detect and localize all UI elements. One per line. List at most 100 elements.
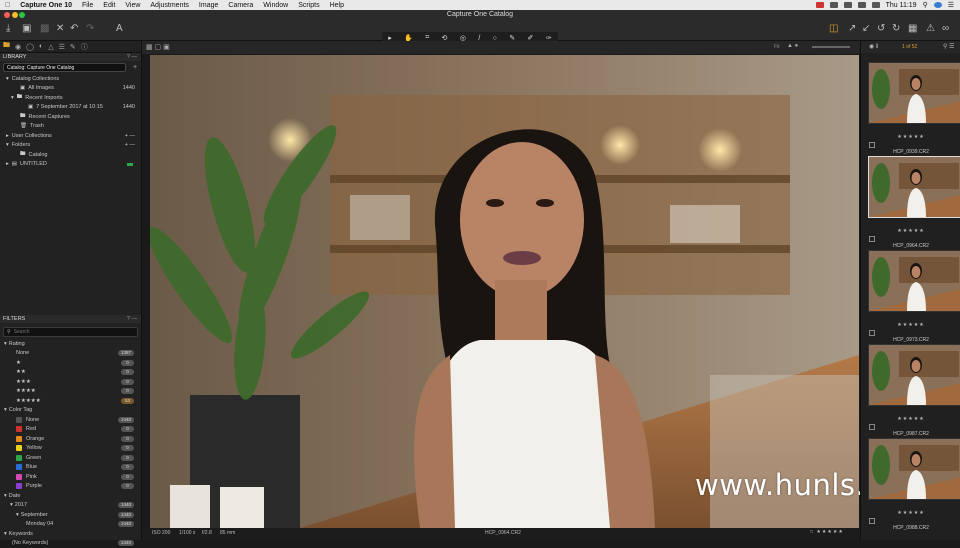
add-collection-icon[interactable]: + (133, 64, 137, 71)
disclosure-down-icon[interactable]: ▾ (4, 493, 7, 499)
menu-view[interactable]: View (120, 2, 145, 9)
menu-window[interactable]: Window (258, 2, 293, 9)
color-tag-filter-row[interactable]: Pink0 (0, 472, 141, 482)
menu-image[interactable]: Image (194, 2, 223, 9)
exposure-tab-icon[interactable]: △ (48, 43, 53, 51)
tray-volume-icon[interactable] (858, 2, 866, 8)
grid-view-icon[interactable]: ▦ ▢ ▣ (146, 43, 170, 51)
thumbnail-checkbox[interactable] (869, 142, 875, 148)
color-tag-filter-row[interactable]: Red0 (0, 425, 141, 435)
catalog-folder-row[interactable]: 🖿 Catalog (0, 150, 141, 160)
thumbnail-rating-stars[interactable]: ★★★★★ (861, 228, 960, 234)
view-options-icon[interactable]: ◉ ‖ (869, 43, 878, 50)
rating-filter-row[interactable]: ★★★0 (0, 377, 141, 387)
disclosure-down-icon[interactable]: ▾ (4, 341, 7, 347)
trash-row[interactable]: 🗑 Trash (0, 122, 141, 132)
color-tag-filter-row[interactable]: Green0 (0, 453, 141, 463)
tray-cloud-icon[interactable] (830, 2, 838, 8)
library-tab-icon[interactable]: 🖿 (3, 41, 10, 52)
filmstrip-thumbnail[interactable] (868, 344, 960, 406)
untitled-volume-row[interactable]: ▸ ▤ UNTITLED (0, 160, 141, 170)
color-tag-filter-row[interactable]: Blue0 (0, 463, 141, 473)
metadata-tab-icon[interactable]: ⓘ (81, 42, 88, 52)
disclosure-down-icon[interactable]: ▾ (6, 76, 9, 82)
disclosure-down-icon[interactable]: ▾ (4, 531, 7, 537)
zoom-tools-icon[interactable]: ▲ ● (787, 43, 798, 49)
user-collections-actions[interactable]: + — (125, 133, 141, 139)
apple-menu-icon[interactable]:  (0, 2, 15, 9)
grid-icon[interactable]: ▦ (908, 23, 917, 34)
siri-icon[interactable] (934, 2, 942, 8)
image-viewer[interactable] (150, 55, 859, 528)
filter-search-input[interactable]: ⚲ Search (3, 327, 138, 337)
layers-icon[interactable]: ◫ (829, 23, 838, 34)
filmstrip-thumbnail[interactable] (868, 438, 960, 500)
folders-actions[interactable]: + — (125, 142, 141, 148)
thumbnail-checkbox[interactable] (869, 330, 875, 336)
glasses-icon[interactable]: ∞ (942, 23, 949, 34)
library-help-icon[interactable]: ? — (127, 54, 141, 60)
redo-icon[interactable]: ↷ (86, 23, 94, 34)
warning-icon[interactable]: ⚠ (926, 23, 935, 34)
menu-adjustments[interactable]: Adjustments (145, 2, 194, 9)
import-session-row[interactable]: ▣ 7 September 2017 at 10:15 1440 (0, 103, 141, 113)
filmstrip-thumbnail[interactable] (868, 62, 960, 124)
rating-filter-row[interactable]: ★★0 (0, 368, 141, 378)
clock[interactable]: Thu 11:19 (886, 2, 917, 9)
color-tab-icon[interactable]: ◐ (39, 43, 43, 50)
disclosure-down-icon[interactable]: ▾ (10, 502, 13, 508)
tray-app-icon[interactable] (816, 2, 824, 8)
thumbnail-checkbox[interactable] (869, 236, 875, 242)
keywords-header-row[interactable]: ▾ Keywords (0, 529, 141, 539)
pick-color-icon[interactable]: ↗ (848, 23, 856, 34)
date-month-row[interactable]: ▾ September 1440 (0, 510, 141, 520)
color-tag-filter-row[interactable]: Purple0 (0, 482, 141, 492)
search-icon[interactable]: ⚲ (923, 1, 928, 9)
filmstrip-thumbnail[interactable] (868, 250, 960, 312)
thumbnail-checkbox[interactable] (869, 518, 875, 524)
catalog-collections-row[interactable]: ▾ Catalog Collections (0, 74, 141, 84)
app-menu[interactable]: Capture One 10 (15, 2, 77, 9)
adjustments-tab-icon[interactable]: ✎ (70, 43, 76, 51)
recent-captures-row[interactable]: 🖿 Recent Captures (0, 112, 141, 122)
color-tag-filter-row[interactable]: Yellow0 (0, 444, 141, 454)
user-collections-row[interactable]: ▸ User Collections + — (0, 131, 141, 141)
menu-scripts[interactable]: Scripts (293, 2, 324, 9)
rotate-right-icon[interactable]: ↻ (892, 23, 900, 34)
filters-help-icon[interactable]: ? — (127, 316, 141, 322)
disclosure-down-icon[interactable]: ▾ (11, 95, 14, 101)
notification-icon[interactable]: ☰ (948, 1, 954, 9)
menu-help[interactable]: Help (325, 2, 349, 9)
rating-header-row[interactable]: ▾ Rating (0, 339, 141, 349)
lens-tab-icon[interactable]: ◯ (26, 43, 34, 51)
rotate-left-icon[interactable]: ↺ (877, 23, 885, 34)
library-header[interactable]: LIBRARY ? — (0, 53, 141, 61)
date-year-row[interactable]: ▾ 2017 1440 (0, 501, 141, 511)
rating-filter-row[interactable]: ★0 (0, 358, 141, 368)
date-day-row[interactable]: Monday 04 1440 (0, 520, 141, 530)
date-header-row[interactable]: ▾ Date (0, 491, 141, 501)
undo-icon[interactable]: ↶ (70, 23, 78, 34)
filters-header[interactable]: FILTERS ? — (0, 315, 141, 323)
sort-icon[interactable]: ⚲ ☰ (943, 43, 954, 50)
apply-color-icon[interactable]: ↙ (862, 23, 870, 34)
viewer-rating-stars[interactable]: □ ★★★★★ (810, 529, 844, 535)
capture-tab-icon[interactable]: ◉ (15, 43, 21, 51)
all-images-row[interactable]: ▣ All Images 1440 (0, 84, 141, 94)
fit-label-icon[interactable]: Fit (774, 44, 780, 50)
thumbnail-rating-stars[interactable]: ★★★★★ (861, 416, 960, 422)
thumbnail-rating-stars[interactable]: ★★★★★ (861, 510, 960, 516)
tray-battery-icon[interactable] (872, 2, 880, 8)
color-tag-filter-row[interactable]: None1440 (0, 415, 141, 425)
menu-edit[interactable]: Edit (98, 2, 120, 9)
rating-filter-row[interactable]: ★★★★★53 (0, 396, 141, 406)
thumbnail-checkbox[interactable] (869, 424, 875, 430)
rating-filter-row[interactable]: None1387 (0, 349, 141, 359)
thumbnail-rating-stars[interactable]: ★★★★★ (861, 134, 960, 140)
disclosure-right-icon[interactable]: ▸ (6, 133, 9, 139)
disclosure-down-icon[interactable]: ▾ (16, 512, 19, 518)
capture-icon[interactable]: ▣ (22, 23, 31, 34)
zoom-slider[interactable] (812, 46, 850, 48)
disclosure-down-icon[interactable]: ▾ (6, 142, 9, 148)
recent-imports-row[interactable]: ▾ 🖿 Recent Imports (0, 93, 141, 103)
